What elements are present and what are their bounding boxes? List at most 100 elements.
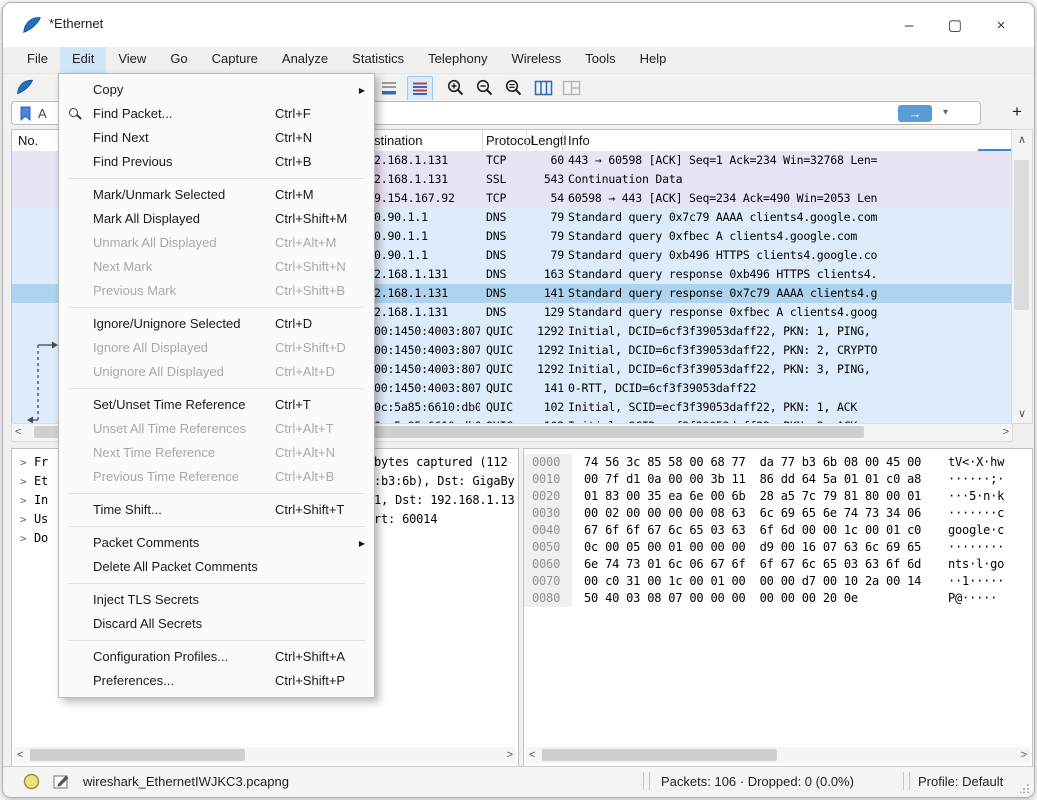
menu-separator	[68, 583, 365, 584]
hex-row[interactable]: 00500c 00 05 00 01 00 00 00 d9 00 16 07 …	[524, 539, 1032, 556]
hex-row[interactable]: 008050 40 03 08 07 00 00 00 00 00 00 20 …	[524, 590, 1032, 607]
colorize-packets-icon[interactable]	[407, 76, 433, 101]
hex-row[interactable]: 007000 c0 31 00 1c 00 01 00 00 00 d7 00 …	[524, 573, 1032, 590]
scroll-left-icon[interactable]: <	[529, 749, 535, 761]
scroll-down-icon[interactable]: ∨	[1012, 407, 1032, 420]
hex-bytes: 00 c0 31 00 1c 00 01 00 00 00 d7 00 10 2…	[584, 573, 921, 590]
profile-status[interactable]: Profile: Default	[918, 774, 1003, 789]
column-no[interactable]: No.	[18, 133, 38, 148]
expand-chevron-icon[interactable]: >	[20, 491, 26, 510]
menu-item-discard-all-secrets[interactable]: Discard All Secrets	[59, 612, 374, 636]
cell-destination: 00:1450:4003:807:…	[374, 379, 480, 398]
detail-label: Do	[34, 529, 48, 548]
hex-row[interactable]: 002001 83 00 35 ea 6e 00 6b 28 a5 7c 79 …	[524, 488, 1032, 505]
capture-comment-icon[interactable]	[53, 773, 70, 790]
cell-info: Initial, DCID=6cf3f39053daff22, PKN: 3, …	[568, 360, 1010, 379]
minimize-button[interactable]: –	[886, 3, 932, 47]
menu-item-copy[interactable]: Copy▶	[59, 78, 374, 102]
menu-item-find-next[interactable]: Find NextCtrl+N	[59, 126, 374, 150]
menu-item-mark-unmark-selected[interactable]: Mark/Unmark SelectedCtrl+M	[59, 183, 374, 207]
hscroll-thumb[interactable]	[30, 749, 245, 761]
menu-item-find-packet[interactable]: Find Packet...Ctrl+F	[59, 102, 374, 126]
zoom-out-icon[interactable]	[472, 76, 496, 99]
menubar-item-statistics[interactable]: Statistics	[340, 47, 416, 73]
hex-hscrollbar[interactable]: < >	[526, 747, 1030, 763]
add-filter-button-plus-icon[interactable]: +	[1008, 102, 1026, 122]
column-info[interactable]: Info	[568, 133, 590, 148]
menu-item-preferences[interactable]: Preferences...Ctrl+Shift+P	[59, 669, 374, 693]
zoom-reset-icon[interactable]	[501, 76, 525, 99]
menubar-item-tools[interactable]: Tools	[573, 47, 627, 73]
menubar-item-analyze[interactable]: Analyze	[270, 47, 340, 73]
resize-columns-icon[interactable]	[531, 76, 555, 99]
menu-item-shortcut: Ctrl+F	[275, 102, 311, 126]
expand-chevron-icon[interactable]: >	[20, 453, 26, 472]
cell-info: 0-RTT, DCID=6cf3f39053daff22	[568, 379, 1010, 398]
column-destination[interactable]: stination	[374, 133, 422, 148]
menu-item-configuration-profiles[interactable]: Configuration Profiles...Ctrl+Shift+A	[59, 645, 374, 669]
hex-row[interactable]: 001000 7f d1 0a 00 00 3b 11 86 dd 64 5a …	[524, 471, 1032, 488]
menu-item-find-previous[interactable]: Find PreviousCtrl+B	[59, 150, 374, 174]
menu-item-shortcut: Ctrl+D	[275, 312, 312, 336]
menubar-item-capture[interactable]: Capture	[200, 47, 270, 73]
hex-ascii: tV<·X·hw	[948, 454, 1030, 471]
resize-grip[interactable]	[1020, 783, 1030, 793]
apply-filter-button[interactable]: →	[898, 105, 932, 122]
column-divider[interactable]	[526, 130, 527, 151]
expand-chevron-icon[interactable]: >	[20, 472, 26, 491]
scroll-right-icon[interactable]: >	[1021, 749, 1027, 761]
capture-filename[interactable]: wireshark_EthernetIWJKC3.pcapng	[83, 774, 289, 789]
menu-item-ignore-unignore-selected[interactable]: Ignore/Unignore SelectedCtrl+D	[59, 312, 374, 336]
go-to-bottom-icon[interactable]	[377, 76, 401, 99]
hex-row[interactable]: 004067 6f 6f 67 6c 65 03 63 6f 6d 00 00 …	[524, 522, 1032, 539]
expand-chevron-icon[interactable]: >	[20, 510, 26, 529]
menu-item-set-unset-time-reference[interactable]: Set/Unset Time ReferenceCtrl+T	[59, 393, 374, 417]
table-layout-icon[interactable]	[559, 76, 583, 99]
detail-text-fragment: rt: 60014	[374, 510, 518, 529]
filter-dropdown-caret[interactable]: ▾	[943, 107, 948, 118]
close-button[interactable]: ×	[978, 3, 1024, 47]
hscroll-thumb[interactable]	[542, 749, 777, 761]
menubar-item-wireless[interactable]: Wireless	[499, 47, 573, 73]
statusbar-divider	[649, 772, 650, 790]
filter-bookmark-icon[interactable]	[19, 106, 32, 121]
statusbar-divider	[909, 772, 910, 790]
menubar-item-view[interactable]: View	[106, 47, 158, 73]
scroll-left-icon[interactable]: <	[17, 749, 23, 761]
menu-item-inject-tls-secrets[interactable]: Inject TLS Secrets	[59, 588, 374, 612]
hex-row[interactable]: 00606e 74 73 01 6c 06 67 6f 6f 67 6c 65 …	[524, 556, 1032, 573]
cell-destination: 00:1450:4003:807:…	[374, 360, 480, 379]
cell-length: 60	[516, 151, 564, 170]
menubar-item-telephony[interactable]: Telephony	[416, 47, 499, 73]
menubar-item-file[interactable]: File	[15, 47, 60, 73]
expand-chevron-icon[interactable]: >	[20, 529, 26, 548]
cell-info: Initial, DCID=6cf3f39053daff22, PKN: 2, …	[568, 341, 1010, 360]
menubar-item-edit[interactable]: Edit	[60, 47, 106, 73]
hex-bytes: 00 7f d1 0a 00 00 3b 11 86 dd 64 5a 01 0…	[584, 471, 921, 488]
expert-info-icon[interactable]	[23, 773, 40, 790]
hex-row[interactable]: 000074 56 3c 85 58 00 68 77 da 77 b3 6b …	[524, 454, 1032, 471]
scroll-left-icon[interactable]: <	[15, 426, 21, 438]
vscroll-thumb[interactable]	[1014, 160, 1029, 310]
detail-label: In	[34, 491, 48, 510]
zoom-in-icon[interactable]	[443, 76, 467, 99]
menu-item-packet-comments[interactable]: Packet Comments▶	[59, 531, 374, 555]
menu-item-mark-all-displayed[interactable]: Mark All DisplayedCtrl+Shift+M	[59, 207, 374, 231]
scroll-right-icon[interactable]: >	[507, 749, 513, 761]
detail-hscrollbar[interactable]: < >	[14, 747, 516, 763]
wireshark-fin-icon[interactable]	[15, 77, 35, 97]
menubar-item-go[interactable]: Go	[158, 47, 199, 73]
packet-list-vscrollbar[interactable]: ∧ ∨	[1011, 129, 1033, 424]
menubar-item-help[interactable]: Help	[628, 47, 679, 73]
maximize-button[interactable]: ▢	[932, 3, 978, 47]
scroll-right-icon[interactable]: >	[1003, 426, 1009, 438]
scroll-up-icon[interactable]: ∧	[1012, 133, 1032, 146]
hex-row[interactable]: 003000 02 00 00 00 00 08 63 6c 69 65 6e …	[524, 505, 1032, 522]
menu-item-time-shift[interactable]: Time Shift...Ctrl+Shift+T	[59, 498, 374, 522]
menu-item-delete-all-packet-comments[interactable]: Delete All Packet Comments	[59, 555, 374, 579]
menu-item-label: Unmark All Displayed	[93, 231, 217, 255]
hex-ascii: ········	[948, 539, 1030, 556]
column-divider[interactable]	[482, 130, 483, 151]
title-bar: *Ethernet – ▢ ×	[3, 3, 1034, 47]
column-divider[interactable]	[562, 130, 563, 151]
